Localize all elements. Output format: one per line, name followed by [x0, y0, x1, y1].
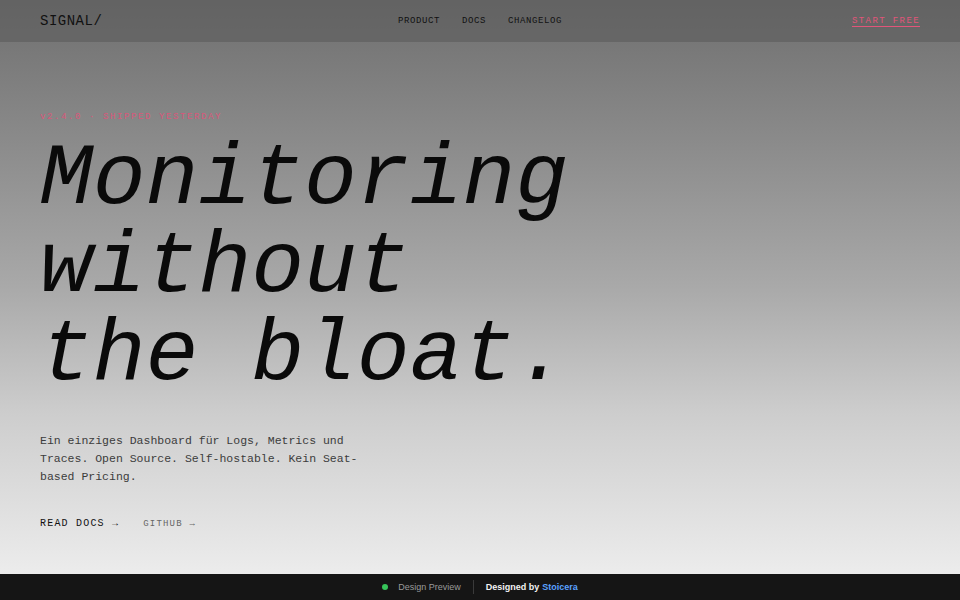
nav-links: PRODUCT DOCS CHANGELOG: [398, 16, 562, 26]
nav-link[interactable]: PRODUCT: [398, 16, 440, 26]
hero-actions: READ DOCS → GITHUB →: [40, 516, 196, 531]
hero: SIGNAL/PRODUCT DOCS CHANGELOG START FREE v2.…: [0, 0, 960, 574]
credit-link[interactable]: Stoicera: [542, 582, 578, 592]
headline-line: without: [40, 224, 568, 312]
navbar: SIGNAL/PRODUCT DOCS CHANGELOG START FREE: [0, 0, 960, 42]
preview-bar: Design Preview Designed byStoicera: [0, 574, 960, 600]
read-docs-link[interactable]: READ DOCS →: [40, 516, 119, 531]
divider: [473, 580, 474, 594]
preview-status: Design Preview: [398, 582, 461, 592]
hero-content: v2.4.0 · SHIPPED YESTERDAY Monitoringwith…: [0, 42, 960, 531]
headline-line: Monitoring: [40, 136, 568, 224]
description: Ein einziges Dashboard für Logs, Metrics…: [40, 432, 360, 486]
nav-link[interactable]: DOCS: [462, 16, 486, 26]
headline-line: the bloat.: [40, 312, 568, 400]
release-eyebrow: v2.4.0 · SHIPPED YESTERDAY: [40, 112, 222, 122]
start-free-link[interactable]: START FREE: [852, 16, 920, 26]
github-link[interactable]: GITHUB →: [143, 517, 196, 531]
logo[interactable]: SIGNAL/: [40, 13, 398, 29]
nav-link[interactable]: CHANGELOG: [508, 16, 562, 26]
page: SIGNAL/PRODUCT DOCS CHANGELOG START FREE v2.…: [0, 0, 960, 600]
credit: Designed byStoicera: [486, 582, 578, 592]
status-dot: [382, 584, 388, 590]
headline: Monitoringwithoutthe bloat.: [40, 136, 568, 400]
